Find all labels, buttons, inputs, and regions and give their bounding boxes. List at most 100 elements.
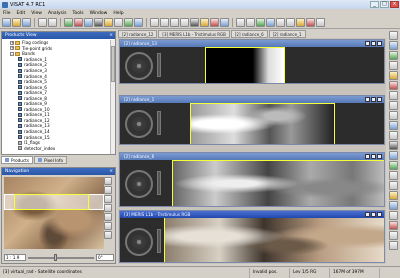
zoom-control[interactable] (157, 111, 161, 135)
zoom-all-icon[interactable] (104, 204, 112, 212)
tool-icon[interactable] (180, 18, 189, 27)
image-view-header[interactable]: [2] radiance_6 (120, 153, 384, 160)
minimize-icon[interactable] (365, 41, 370, 46)
sync-cursor-icon[interactable] (104, 222, 112, 230)
expand-toggle-icon[interactable]: + (10, 40, 14, 45)
pin-icon[interactable] (200, 18, 209, 27)
geo-coding-icon[interactable] (134, 18, 143, 27)
expand-toggle-icon[interactable]: + (10, 46, 14, 51)
tool-icon[interactable] (388, 211, 398, 220)
close-button[interactable]: × (390, 1, 399, 8)
zoom-control[interactable] (157, 53, 161, 77)
close-icon[interactable]: × (109, 168, 113, 175)
tool-icon[interactable] (388, 201, 398, 210)
image-canvas[interactable] (120, 103, 384, 144)
line-tool-icon[interactable] (388, 91, 398, 100)
tool-icon[interactable] (388, 181, 398, 190)
menu-help[interactable]: Help (113, 11, 123, 16)
magic-wand-icon[interactable] (388, 141, 398, 150)
image-view-header[interactable]: [2] radiance_1 (120, 96, 384, 103)
zoom-control[interactable] (157, 229, 161, 253)
scrollbar-thumb[interactable] (111, 46, 115, 82)
close-icon[interactable] (377, 97, 382, 102)
band-arithmetic-icon[interactable] (64, 18, 73, 27)
tool-icon[interactable] (236, 18, 245, 27)
help-icon[interactable] (316, 18, 325, 27)
doc-tab[interactable]: [2] radiance_1 (268, 30, 306, 38)
menu-analysis[interactable]: Analysis (48, 11, 67, 16)
image-view-header[interactable]: [2] radiance_13 (120, 40, 384, 47)
redo-icon[interactable] (48, 18, 57, 27)
pan-wheel-icon[interactable] (125, 228, 153, 256)
image-view-tristimulus-rgb[interactable]: [3] MERIS L1b - Tristimulus RGB (119, 210, 385, 263)
image-canvas[interactable] (120, 218, 384, 262)
polyline-tool-icon[interactable] (388, 101, 398, 110)
expand-toggle-icon[interactable]: - (10, 51, 14, 56)
navigation-overview-image[interactable] (4, 177, 104, 249)
tool-icon[interactable] (388, 171, 398, 180)
pan-tool-icon[interactable] (388, 41, 398, 50)
image-view-header[interactable]: [3] MERIS L1b - Tristimulus RGB (120, 211, 384, 218)
tool-icon[interactable] (256, 18, 265, 27)
rgb-image-icon[interactable] (74, 18, 83, 27)
tool-icon[interactable] (306, 18, 315, 27)
world-map-icon[interactable] (220, 18, 229, 27)
image-view-radiance-1[interactable]: [2] radiance_1 (119, 95, 385, 145)
statistics-icon[interactable] (84, 18, 93, 27)
menu-tools[interactable]: Tools (72, 11, 83, 16)
pin-tool-icon[interactable] (388, 71, 398, 80)
zoom-control[interactable] (157, 171, 161, 195)
zoom-slider[interactable] (28, 253, 94, 261)
menu-file[interactable]: File (3, 11, 11, 16)
range-finder-icon[interactable] (388, 61, 398, 70)
image-canvas[interactable] (120, 47, 384, 83)
tool-icon[interactable] (388, 231, 398, 240)
image-view-radiance-6[interactable]: [2] radiance_6 (119, 152, 385, 207)
zoom-tool-icon[interactable] (388, 51, 398, 60)
maximize-icon[interactable] (371, 212, 376, 217)
minimize-button[interactable]: _ (370, 1, 379, 8)
tool-icon[interactable] (150, 18, 159, 27)
select-tool-icon[interactable] (388, 31, 398, 40)
close-icon[interactable]: × (109, 32, 113, 39)
tool-icon[interactable] (388, 191, 398, 200)
minimize-icon[interactable] (365, 154, 370, 159)
image-canvas[interactable] (120, 160, 384, 206)
tab-products[interactable]: Products (1, 156, 34, 164)
gc-icon[interactable] (380, 268, 400, 278)
zoom-out-icon[interactable] (104, 186, 112, 194)
slider-knob[interactable] (54, 253, 58, 261)
doc-tab[interactable]: [2] radiance_6 (230, 30, 268, 38)
tool-icon[interactable] (160, 18, 169, 27)
rectangle-tool-icon[interactable] (388, 111, 398, 120)
viewport-frame[interactable] (14, 194, 89, 210)
polygon-tool-icon[interactable] (388, 121, 398, 130)
zoom-factor-field[interactable]: 1 : 1.9 (4, 254, 26, 261)
tool-icon[interactable] (296, 18, 305, 27)
maximize-icon[interactable] (371, 154, 376, 159)
zoom-in-icon[interactable] (104, 177, 112, 185)
undo-icon[interactable] (38, 18, 47, 27)
menu-edit[interactable]: Edit (17, 11, 26, 16)
minimize-icon[interactable] (365, 212, 370, 217)
products-scrollbar[interactable] (110, 40, 115, 154)
menu-view[interactable]: View (31, 11, 42, 16)
save-product-icon[interactable] (22, 18, 31, 27)
ellipse-tool-icon[interactable] (388, 131, 398, 140)
maximize-icon[interactable] (371, 41, 376, 46)
gcp-icon[interactable] (210, 18, 219, 27)
layer-manager-icon[interactable] (388, 151, 398, 160)
histogram-icon[interactable] (94, 18, 103, 27)
zoom-actual-icon[interactable] (104, 195, 112, 203)
tool-icon[interactable] (266, 18, 275, 27)
pan-wheel-icon[interactable] (125, 110, 153, 138)
maximize-button[interactable]: □ (380, 1, 389, 8)
pan-wheel-icon[interactable] (125, 52, 153, 80)
close-icon[interactable] (377, 154, 382, 159)
tool-icon[interactable] (246, 18, 255, 27)
tool-icon[interactable] (286, 18, 295, 27)
tool-icon[interactable] (170, 18, 179, 27)
minimize-icon[interactable] (365, 97, 370, 102)
pan-wheel-icon[interactable] (125, 170, 153, 198)
open-product-icon[interactable] (12, 18, 21, 27)
